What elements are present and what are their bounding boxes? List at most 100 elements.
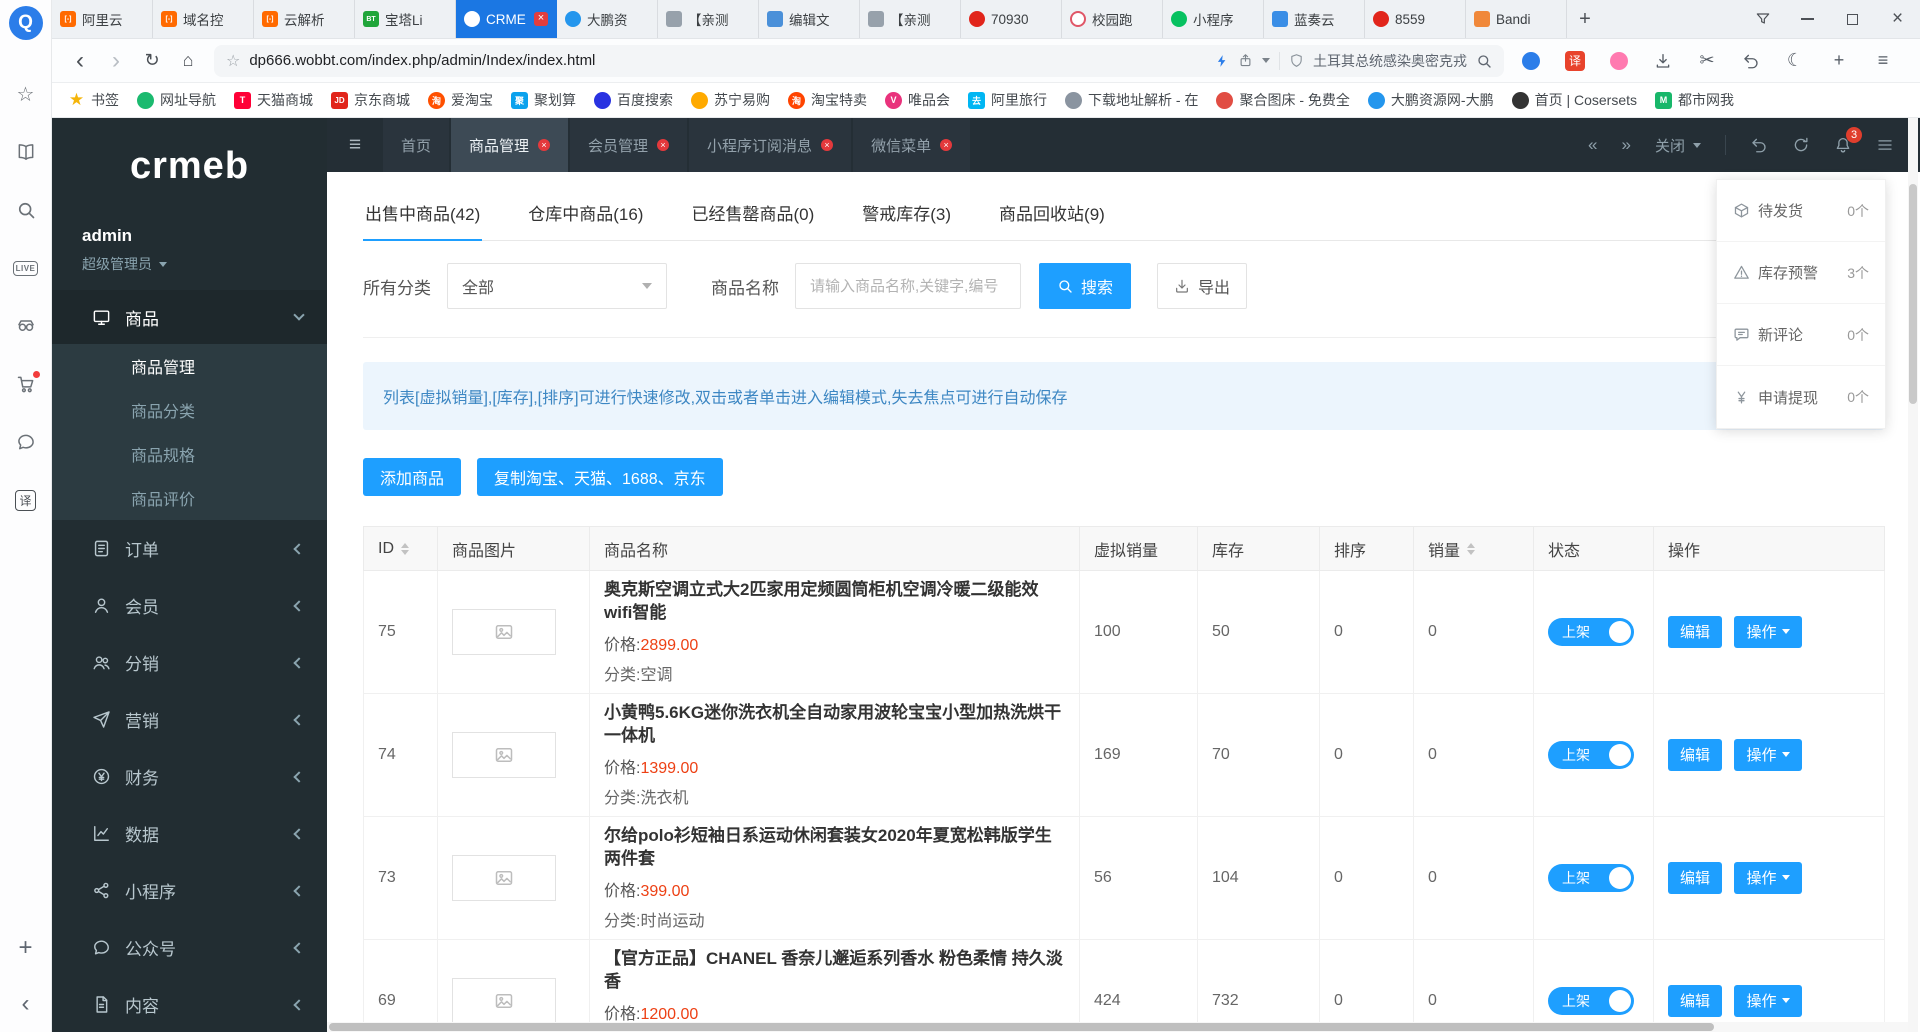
submenu-item[interactable]: 商品评价	[52, 476, 327, 520]
bookmark-item[interactable]: 聚 聚划算	[511, 90, 576, 110]
status-tab[interactable]: 仓库中商品(16)	[526, 186, 645, 240]
status-tab[interactable]: 出售中商品(42)	[363, 186, 482, 240]
favorites-star-icon[interactable]: ☆	[14, 82, 38, 106]
category-select[interactable]: 全部	[447, 263, 667, 309]
product-image-placeholder[interactable]	[452, 609, 556, 655]
submenu-item[interactable]: 商品分类	[52, 388, 327, 432]
add-icon[interactable]: +	[1828, 50, 1850, 72]
nav-tab[interactable]: 微信菜单	[853, 118, 970, 172]
scroll-tabs-left-icon[interactable]: «	[1588, 135, 1597, 155]
search-icon[interactable]	[1476, 53, 1492, 69]
submenu-item[interactable]: 商品规格	[52, 432, 327, 476]
status-toggle[interactable]: 上架	[1548, 618, 1634, 646]
sort-cell[interactable]: 0	[1320, 816, 1414, 939]
history-undo-icon[interactable]	[1740, 50, 1762, 72]
more-actions-button[interactable]: 操作	[1734, 739, 1802, 771]
maximize-button[interactable]	[1830, 0, 1875, 38]
browser-tab[interactable]: [-] 云解析	[254, 0, 355, 38]
goggles-icon[interactable]	[14, 314, 38, 338]
browser-tab[interactable]: 小程序	[1163, 0, 1264, 38]
browser-tab[interactable]: 大鹏资	[557, 0, 658, 38]
stock-cell[interactable]: 70	[1198, 693, 1320, 816]
browser-tab[interactable]: Bandi	[1466, 0, 1567, 38]
sidebar-menu-item[interactable]: 分销	[52, 634, 327, 691]
bookmark-item[interactable]: 去 阿里旅行	[968, 90, 1047, 110]
status-toggle[interactable]: 上架	[1548, 987, 1634, 1015]
browser-tab[interactable]: 70930	[961, 0, 1062, 38]
sort-icon[interactable]	[401, 543, 409, 555]
status-toggle[interactable]: 上架	[1548, 741, 1634, 769]
notice-item[interactable]: 新评论 0个	[1717, 304, 1885, 366]
nav-tab[interactable]: 商品管理	[451, 118, 568, 172]
scroll-tabs-right-icon[interactable]: »	[1622, 135, 1631, 155]
status-tab[interactable]: 警戒库存(3)	[860, 186, 953, 240]
virtual-sales-cell[interactable]: 56	[1080, 816, 1198, 939]
browser-tab[interactable]: [-] 阿里云	[52, 0, 153, 38]
bookmark-item[interactable]: 网址导航	[137, 90, 216, 110]
reading-book-icon[interactable]	[14, 140, 38, 164]
product-image-placeholder[interactable]	[452, 732, 556, 778]
minimize-button[interactable]	[1785, 0, 1830, 38]
edit-button[interactable]: 编辑	[1668, 985, 1722, 1017]
add-product-button[interactable]: 添加商品	[363, 458, 461, 496]
browser-tab[interactable]: BT 宝塔Li	[355, 0, 456, 38]
virtual-sales-cell[interactable]: 100	[1080, 571, 1198, 694]
bookmark-item[interactable]: 苏宁易购	[691, 90, 770, 110]
translate-icon[interactable]: 译	[1564, 50, 1586, 72]
stock-cell[interactable]: 104	[1198, 816, 1320, 939]
undo-icon[interactable]	[1750, 136, 1768, 154]
screenshot-scissors-icon[interactable]: ✂	[1696, 50, 1718, 72]
nav-tab[interactable]: 会员管理	[570, 118, 687, 172]
close-window-button[interactable]: ×	[1875, 0, 1920, 38]
bookmark-item[interactable]: 淘 淘宝特卖	[788, 90, 867, 110]
assistant-icon[interactable]	[1520, 50, 1542, 72]
sort-cell[interactable]: 0	[1320, 571, 1414, 694]
browser-tab[interactable]: 编辑文	[759, 0, 860, 38]
status-tab[interactable]: 商品回收站(9)	[997, 186, 1107, 240]
browser-tab[interactable]: 【亲测	[860, 0, 961, 38]
refresh-icon[interactable]	[1792, 136, 1810, 154]
notifications-bell-icon[interactable]: 3	[1834, 136, 1852, 154]
vertical-scrollbar-thumb[interactable]	[1909, 184, 1917, 404]
export-button[interactable]: 导出	[1157, 263, 1247, 309]
sort-cell[interactable]: 0	[1320, 939, 1414, 1032]
bookmark-item[interactable]: T 天猫商城	[234, 90, 313, 110]
browser-tab[interactable]: 【亲测	[658, 0, 759, 38]
add-panel-icon[interactable]: +	[18, 934, 32, 962]
more-actions-button[interactable]: 操作	[1734, 616, 1802, 648]
chat-icon[interactable]	[14, 430, 38, 454]
submenu-item[interactable]: 商品管理	[52, 344, 327, 388]
bookmark-item[interactable]: 首页 | Cosersets	[1512, 90, 1637, 110]
nav-tab-close-icon[interactable]	[821, 139, 833, 151]
sidebar-menu-item[interactable]: 财务	[52, 748, 327, 805]
notice-item[interactable]: 申请提现 0个	[1717, 366, 1885, 428]
edit-button[interactable]: 编辑	[1668, 616, 1722, 648]
chevron-down-icon[interactable]	[1262, 58, 1270, 67]
nav-tab-close-icon[interactable]	[538, 139, 550, 151]
sidebar-menu-item[interactable]: 内容	[52, 976, 327, 1032]
back-button[interactable]: ‹	[62, 43, 98, 79]
notice-item[interactable]: 库存预警 3个	[1717, 242, 1885, 304]
more-actions-button[interactable]: 操作	[1734, 862, 1802, 894]
horizontal-scrollbar-thumb[interactable]	[329, 1023, 1714, 1031]
bookmark-item[interactable]: M 都市网我	[1655, 90, 1734, 110]
user-role-dropdown[interactable]: 超级管理员	[82, 254, 327, 274]
forward-button[interactable]: ›	[98, 43, 134, 79]
nav-tab[interactable]: 首页	[383, 118, 449, 172]
status-tab[interactable]: 已经售罄商品(0)	[689, 186, 816, 240]
url-omnibox[interactable]: ☆ dp666.wobbt.com/index.php/admin/Index/…	[214, 45, 1504, 77]
browser-tab[interactable]: 8559	[1365, 0, 1466, 38]
bookmark-item[interactable]: 大鹏资源网-大鹏	[1368, 90, 1494, 110]
browser-tab[interactable]: 校园跑	[1062, 0, 1163, 38]
virtual-sales-cell[interactable]: 169	[1080, 693, 1198, 816]
browser-tab[interactable]: [-] 域名控	[153, 0, 254, 38]
live-icon[interactable]: LIVE	[14, 256, 38, 280]
bookmark-item[interactable]: V 唯品会	[885, 90, 950, 110]
organize-tabs-icon[interactable]	[1740, 0, 1785, 38]
dark-mode-moon-icon[interactable]: ☾	[1784, 50, 1806, 72]
sidebar-toggle-icon[interactable]: ≡	[327, 118, 383, 172]
sort-cell[interactable]: 0	[1320, 693, 1414, 816]
list-icon[interactable]	[1876, 136, 1894, 154]
tab-close-icon[interactable]	[534, 12, 548, 26]
shield-icon[interactable]	[1289, 53, 1304, 68]
